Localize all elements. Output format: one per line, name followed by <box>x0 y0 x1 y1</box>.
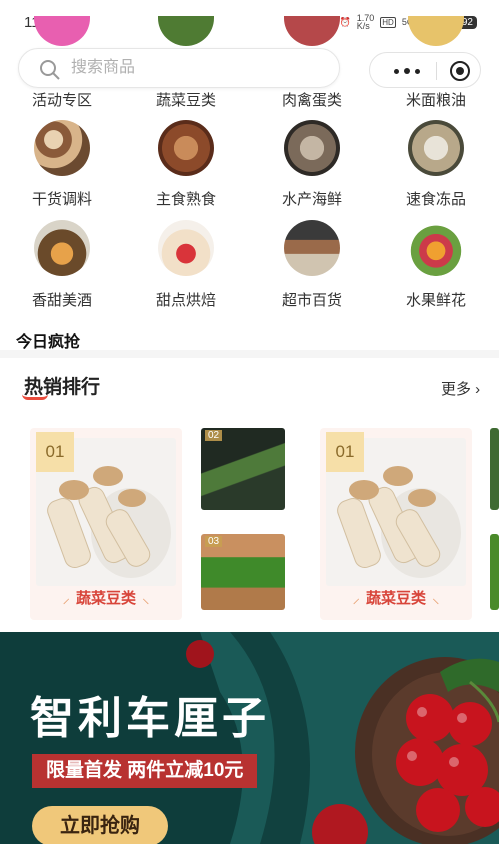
wine-icon[interactable] <box>34 220 90 276</box>
category-label-meat[interactable]: 肉禽蛋类 <box>250 89 374 110</box>
rank-category-label: 蔬菜豆类 <box>75 590 136 607</box>
category-label-dessert[interactable]: 甜点烘焙 <box>124 289 248 310</box>
more-options-icon[interactable] <box>388 61 428 81</box>
close-miniprogram-icon[interactable] <box>450 61 470 81</box>
frozen-food-icon[interactable] <box>408 120 464 176</box>
section-divider <box>0 350 499 358</box>
network-speed: 1.70 K/s <box>356 13 375 31</box>
today-section-title: 今日疯抢 <box>16 334 81 351</box>
cooked-food-icon[interactable] <box>158 120 214 176</box>
category-label-activity[interactable]: 活动专区 <box>0 89 124 110</box>
rank-card[interactable]: 01 ⸝ 蔬菜豆类 ⸜ <box>30 428 182 620</box>
mini-card-garlic-sprout[interactable]: 02 <box>201 428 285 510</box>
rank-category-label: 蔬菜豆类 <box>365 590 426 607</box>
seafood-icon[interactable] <box>284 120 340 176</box>
supermarket-icon[interactable] <box>284 220 340 276</box>
rank-card[interactable]: 01 ⸝ 蔬菜豆类 ⸜ <box>320 428 472 620</box>
fruit-icon[interactable] <box>408 220 464 276</box>
wheat-left-icon: ⸝ <box>62 590 70 607</box>
search-input[interactable] <box>71 49 321 87</box>
category-label-fruit[interactable]: 水果鲜花 <box>374 289 498 310</box>
mini-rank-badge: 02 <box>205 430 223 441</box>
rank-category: ⸝ 蔬菜豆类 ⸜ <box>320 587 472 608</box>
mini-card-partial[interactable] <box>490 428 499 510</box>
wheat-left-icon: ⸝ <box>352 590 360 607</box>
chevron-right-icon: › <box>471 381 481 398</box>
banner-title: 智利车厘子 <box>30 693 270 744</box>
category-label-frozen-food[interactable]: 速食冻品 <box>374 188 498 209</box>
dry-goods-icon[interactable] <box>34 120 90 176</box>
wheat-right-icon: ⸜ <box>142 590 150 607</box>
category-label-wine[interactable]: 香甜美酒 <box>0 289 124 310</box>
mini-rank-badge: 03 <box>205 536 223 547</box>
more-link-label: 更多 <box>441 381 472 398</box>
category-label-vegetable[interactable]: 蔬菜豆类 <box>124 89 248 110</box>
rank-category: ⸝ 蔬菜豆类 ⸜ <box>30 587 182 608</box>
search-bar[interactable] <box>18 48 340 88</box>
wheat-right-icon: ⸜ <box>432 590 440 607</box>
hd-icon: HD <box>380 16 396 28</box>
category-label-grain[interactable]: 米面粮油 <box>374 89 498 110</box>
mini-card-coriander[interactable]: 03 <box>201 534 285 610</box>
search-icon <box>40 60 60 80</box>
category-label-supermarket[interactable]: 超市百货 <box>250 289 374 310</box>
dessert-icon[interactable] <box>158 220 214 276</box>
mini-card-partial[interactable] <box>490 534 499 610</box>
hot-sales-underline <box>22 394 48 400</box>
rank-badge: 01 <box>326 432 364 472</box>
miniprogram-capsule <box>369 52 481 88</box>
alarm-icon: ⏰ <box>339 16 351 27</box>
category-label-cooked-food[interactable]: 主食熟食 <box>124 188 248 209</box>
category-label-dry-goods[interactable]: 干货调料 <box>0 188 124 209</box>
capsule-divider <box>436 62 437 80</box>
banner-subtitle: 限量首发 两件立减10元 <box>32 754 258 788</box>
rank-badge: 01 <box>36 432 74 472</box>
more-link[interactable]: 更多 › <box>441 378 480 399</box>
buy-now-button[interactable]: 立即抢购 <box>32 806 168 844</box>
category-label-seafood[interactable]: 水产海鲜 <box>250 188 374 209</box>
